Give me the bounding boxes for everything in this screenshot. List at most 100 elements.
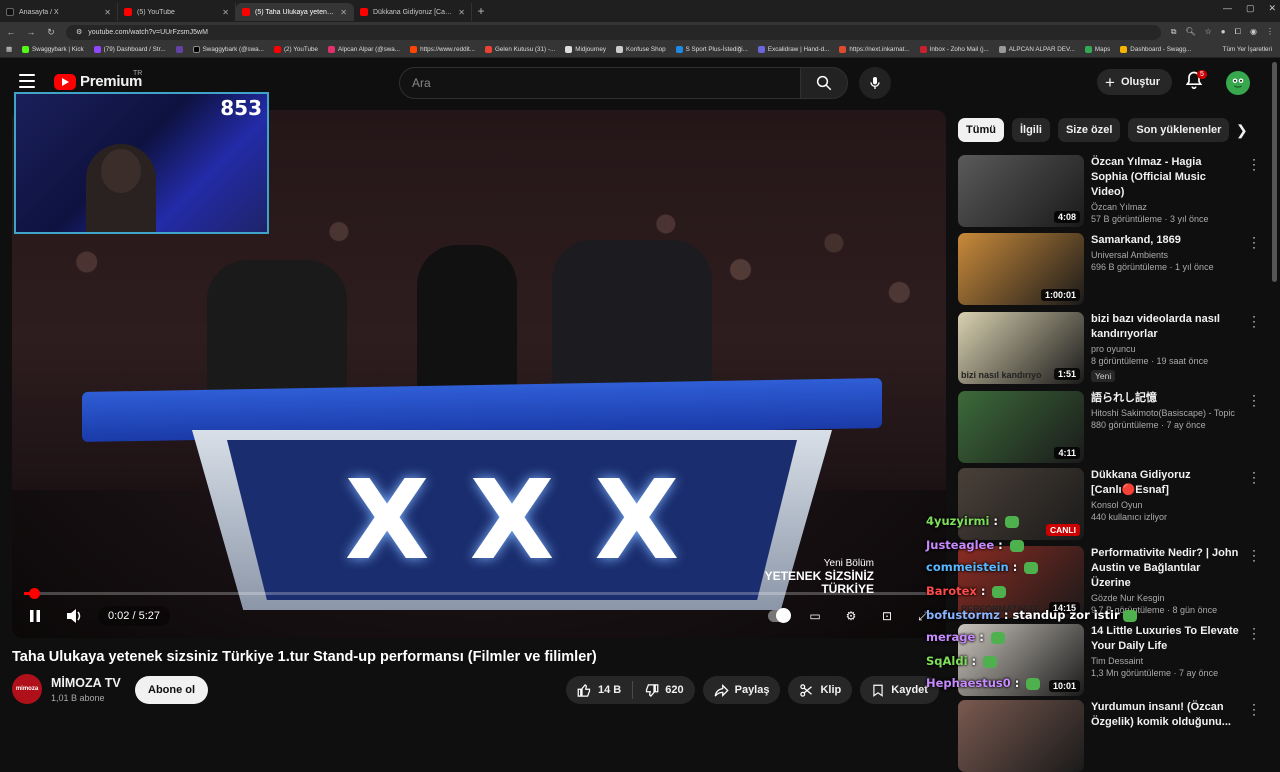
close-tab-icon[interactable]: ✕ <box>340 8 347 17</box>
dislike-button[interactable]: 620 <box>633 683 694 698</box>
browser-menu-icon[interactable]: ⋮ <box>1266 27 1274 37</box>
more-options-icon[interactable]: · · · <box>1250 622 1258 644</box>
url-field[interactable]: ⚙ youtube.com/watch?v=UUrFzsmJ5wM <box>66 24 1161 40</box>
autoplay-toggle[interactable] <box>768 607 791 625</box>
clip-button[interactable]: Klip <box>788 676 853 704</box>
settings-gear-icon[interactable]: ⚙ <box>840 607 862 625</box>
volume-button[interactable] <box>64 605 86 627</box>
recommendation-title[interactable]: Dükkana Gidiyoruz [Canlı🔴Esnaf] <box>1091 468 1241 498</box>
bookmark-item[interactable]: https://next.inkarnat... <box>839 46 910 53</box>
bookmark-item[interactable]: Swaggybark | Kick <box>21 46 84 53</box>
video-thumbnail[interactable]: 4:11 <box>958 391 1084 463</box>
profile-icon[interactable]: ◉ <box>1250 27 1257 37</box>
channel-name[interactable]: MİMOZA TV <box>51 676 121 690</box>
recommendation-title[interactable]: bizi bazı videolarda nasıl kandırıyorlar <box>1091 312 1241 342</box>
hamburger-menu-icon[interactable] <box>19 74 35 88</box>
channel-avatar[interactable]: mimoza <box>12 674 42 704</box>
new-tab-button[interactable]: + <box>472 4 490 18</box>
recommendation-channel[interactable]: Özcan Yılmaz <box>1091 202 1241 212</box>
subscribe-button[interactable]: Abone ol <box>135 676 209 704</box>
bookmark-item[interactable]: Konfuse Shop <box>616 46 666 53</box>
notifications-button[interactable]: 5 <box>1184 70 1207 92</box>
extension-icon[interactable]: ● <box>1221 27 1226 37</box>
bookmark-item[interactable]: (79) Dashboard / Str... <box>93 46 166 53</box>
more-options-icon[interactable]: · · · <box>1250 466 1258 488</box>
more-options-icon[interactable]: · · · <box>1250 153 1258 175</box>
more-options-icon[interactable]: · · · <box>1250 310 1258 332</box>
video-thumbnail[interactable] <box>958 700 1084 772</box>
share-button[interactable]: Paylaş <box>702 676 781 704</box>
maximize-icon[interactable]: ▢ <box>1246 3 1255 14</box>
bookmark-item[interactable]: Midjourney <box>565 46 606 53</box>
user-avatar[interactable] <box>1226 71 1250 95</box>
chip-for-you[interactable]: Size özel <box>1057 118 1121 142</box>
like-button[interactable]: 14 B <box>566 683 632 698</box>
more-options-icon[interactable]: · · · <box>1250 544 1258 566</box>
close-tab-icon[interactable]: ✕ <box>458 8 465 17</box>
recommendation-item[interactable]: bizi nasıl kandırıyo 1:51 bizi bazı video… <box>958 310 1258 384</box>
bookmark-item[interactable]: Excalidraw | Hand-d... <box>757 46 829 53</box>
browser-tab-live[interactable]: Dükkana Gidiyoruz [Canlı 🔴 Es...✕ <box>354 3 472 21</box>
recommendation-title[interactable]: Performativite Nedir? | John Austin ve B… <box>1091 546 1241 591</box>
video-thumbnail[interactable]: bizi nasıl kandırıyo 1:51 <box>958 312 1084 384</box>
install-icon[interactable]: ⧉ <box>1171 27 1177 37</box>
search-button[interactable] <box>800 67 848 99</box>
extensions-puzzle-icon[interactable]: ⧠ <box>1235 27 1241 37</box>
theater-mode-icon[interactable]: ⊡ <box>876 607 898 625</box>
bookmark-item[interactable]: Maps <box>1084 46 1110 53</box>
youtube-premium-logo[interactable]: Premium TR <box>54 70 142 90</box>
subtitles-icon[interactable]: ▭ <box>804 607 826 625</box>
recommendation-channel[interactable]: Gözde Nur Kesgin <box>1091 593 1241 603</box>
recommendation-item[interactable]: 1:00:01 Samarkand, 1869 Universal Ambien… <box>958 231 1258 305</box>
recommendation-title[interactable]: Özcan Yılmaz - Hagia Sophia (Official Mu… <box>1091 155 1241 200</box>
recommendation-channel[interactable]: Tim Dessaint <box>1091 656 1241 666</box>
chip-all[interactable]: Tümü <box>958 118 1004 142</box>
video-progress-bar[interactable] <box>24 588 934 599</box>
bookmark-item[interactable]: Inbox - Zoho Mail (j... <box>919 46 989 53</box>
recommendation-channel[interactable]: Konsol Oyun <box>1091 500 1241 510</box>
close-tab-icon[interactable]: ✕ <box>222 8 229 17</box>
site-info-icon[interactable]: ⚙ <box>76 28 82 36</box>
close-window-icon[interactable]: ✕ <box>1268 3 1276 14</box>
recommendation-item[interactable]: 4:08 Özcan Yılmaz - Hagia Sophia (Offici… <box>958 153 1258 227</box>
apps-icon[interactable]: ▦ <box>6 46 12 53</box>
browser-tab-x[interactable]: Anasayfa / X ✕ <box>0 3 118 21</box>
bookmark-item[interactable]: ALPCAN ALPAR DEV... <box>998 46 1075 53</box>
recommendation-item[interactable]: Yurdumun insanı! (Özcan Özgelik) komik o… <box>958 698 1258 772</box>
page-scrollbar[interactable] <box>1272 62 1277 282</box>
recommendation-item[interactable]: CANLI Dükkana Gidiyoruz [Canlı🔴Esnaf] Ko… <box>958 466 1258 540</box>
more-options-icon[interactable]: · · · <box>1250 231 1258 253</box>
video-thumbnail[interactable]: 4:08 <box>958 155 1084 227</box>
zoom-icon[interactable]: 🔍︎ <box>1185 27 1195 37</box>
close-tab-icon[interactable]: ✕ <box>104 8 111 17</box>
chip-recent[interactable]: Son yüklenenler <box>1128 118 1230 142</box>
recommendation-channel[interactable]: Hitoshi Sakimoto(Basiscape) - Topic <box>1091 408 1241 418</box>
more-options-icon[interactable]: · · · <box>1250 698 1258 720</box>
bookmark-item[interactable]: https://www.reddit... <box>410 46 475 53</box>
chip-related[interactable]: İlgili <box>1011 118 1050 142</box>
video-thumbnail[interactable]: 1:00:01 <box>958 233 1084 305</box>
video-thumbnail[interactable]: CANLI <box>958 468 1084 540</box>
bookmark-item[interactable]: S Sport Plus-İstediği... <box>675 46 748 53</box>
create-button[interactable]: + Oluştur <box>1097 69 1173 95</box>
forward-icon[interactable]: → <box>26 27 36 37</box>
progress-scrubber-handle[interactable] <box>29 588 40 599</box>
recommendation-title[interactable]: Yurdumun insanı! (Özcan Özgelik) komik o… <box>1091 700 1241 730</box>
reload-icon[interactable]: ↻ <box>46 27 56 38</box>
all-bookmarks-link[interactable]: Tüm Yer İşaretleri <box>1223 46 1272 53</box>
recommendation-channel[interactable]: pro oyuncu <box>1091 344 1241 354</box>
bookmark-item[interactable]: Gelen Kutusu (31) -... <box>485 46 555 53</box>
recommendation-title[interactable]: Samarkand, 1869 <box>1091 233 1241 248</box>
bookmark-item[interactable]: Swaggybark (@swa... <box>192 46 264 53</box>
voice-search-button[interactable] <box>859 67 891 99</box>
browser-tab-youtube[interactable]: (5) YouTube ✕ <box>118 3 236 21</box>
bookmark-star-icon[interactable]: ☆ <box>1205 27 1212 37</box>
search-input[interactable]: Ara <box>399 67 801 99</box>
browser-tab-active-video[interactable]: (5) Taha Ulukaya yetenek si...✕ <box>236 3 354 21</box>
minimize-icon[interactable]: — <box>1223 3 1232 14</box>
recommendation-item[interactable]: 4:11 語られし記憶 Hitoshi Sakimoto(Basiscape) … <box>958 389 1258 463</box>
more-options-icon[interactable]: · · · <box>1250 389 1258 411</box>
recommendation-title[interactable]: 語られし記憶 <box>1091 391 1241 406</box>
bookmark-item[interactable] <box>175 46 183 53</box>
recommendation-channel[interactable]: Universal Ambients <box>1091 250 1241 260</box>
